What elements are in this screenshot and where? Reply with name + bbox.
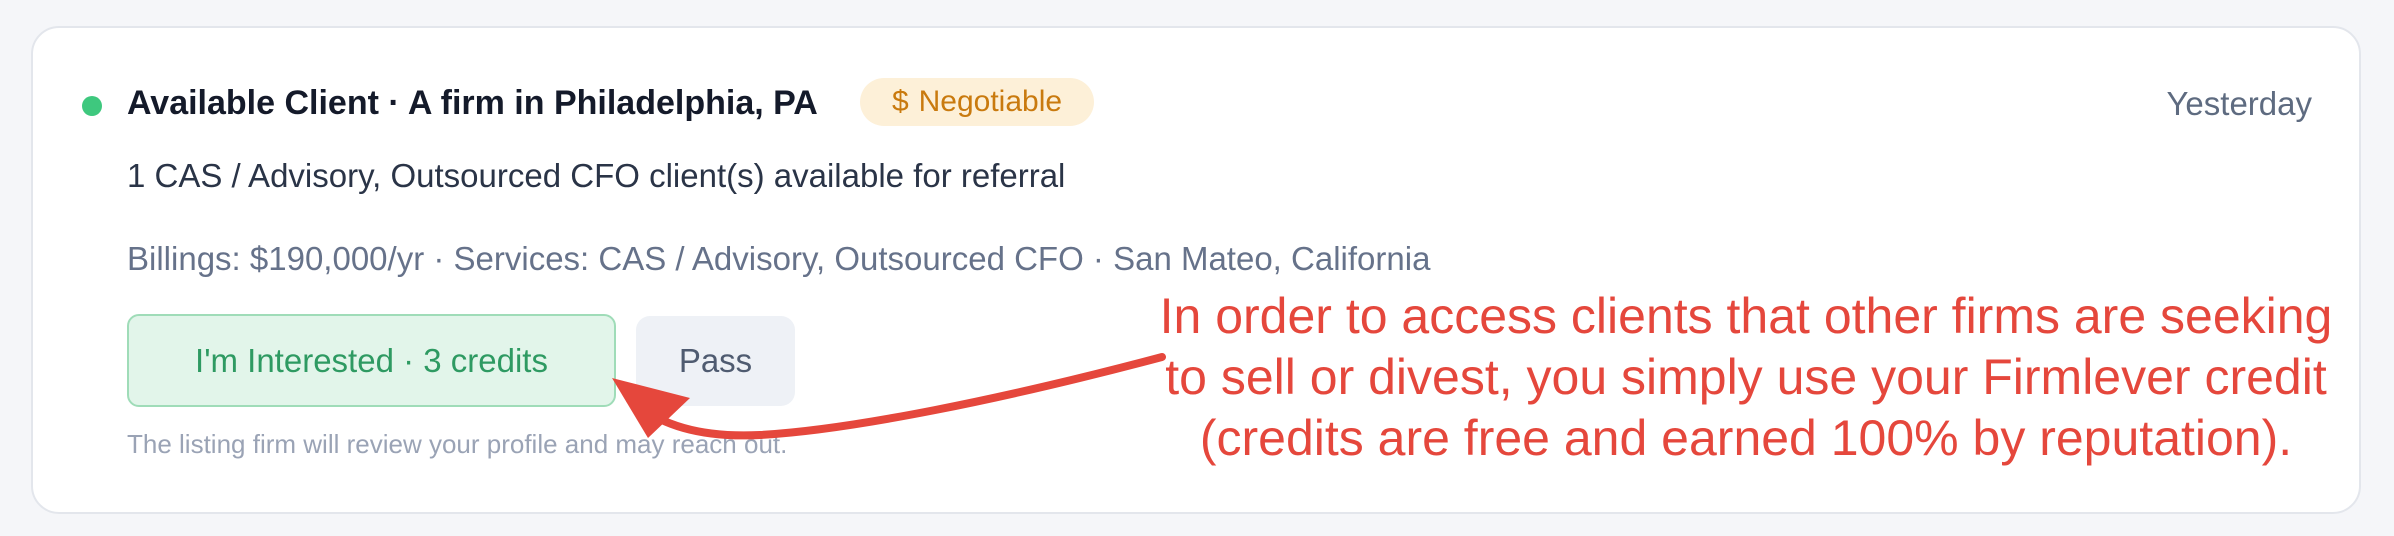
pass-button[interactable]: Pass <box>636 316 795 406</box>
badge-label: Negotiable <box>918 85 1063 118</box>
annotation-line: (credits are free and earned 100% by rep… <box>1199 410 2293 466</box>
annotation-line: In order to access clients that other fi… <box>1159 288 2333 344</box>
dollar-icon: $ <box>891 85 909 118</box>
negotiable-badge: $ Negotiable <box>860 78 1094 126</box>
listing-title: Available Client · A firm in Philadelphi… <box>127 84 818 122</box>
listing-summary: 1 CAS / Advisory, Outsourced CFO client(… <box>127 157 1066 194</box>
listing-details: Billings: $190,000/yr · Services: CAS / … <box>127 240 1431 277</box>
timestamp: Yesterday <box>2166 85 2312 122</box>
interested-button[interactable]: I'm Interested · 3 credits <box>127 314 616 407</box>
status-dot <box>82 96 102 116</box>
listing-note: The listing firm will review your profil… <box>127 429 788 459</box>
annotation-line: to sell or divest, you simply use your F… <box>1165 349 2327 405</box>
annotation-text: In order to access clients that other fi… <box>1138 286 2354 469</box>
